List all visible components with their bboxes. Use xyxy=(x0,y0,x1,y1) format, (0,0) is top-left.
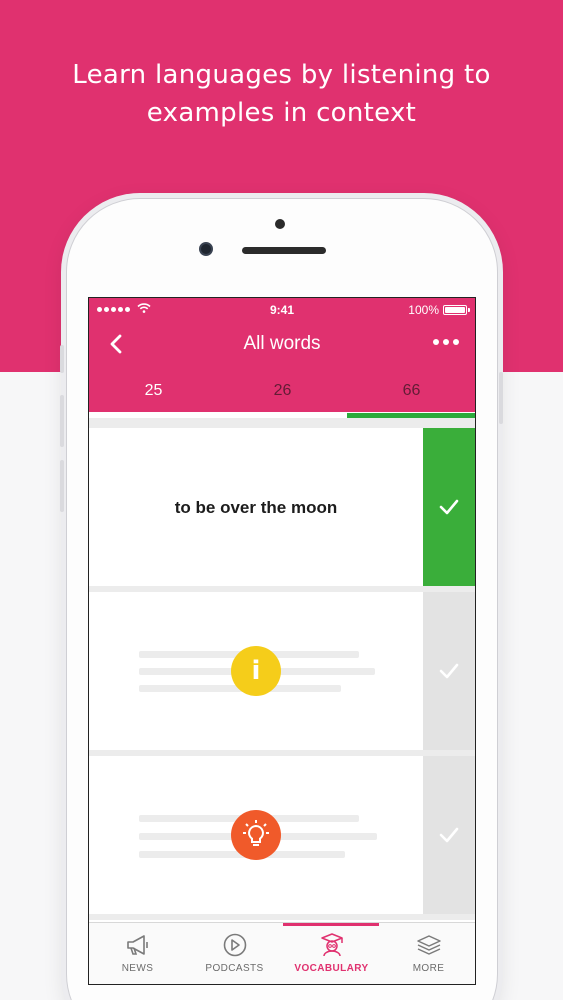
app-screen: 9:41 100% All words 25 26 66 to be over … xyxy=(88,297,476,985)
tab-more[interactable]: MORE xyxy=(380,923,475,984)
tab-count-2[interactable]: 26 xyxy=(218,382,347,400)
student-icon xyxy=(321,933,343,957)
more-dots-icon[interactable] xyxy=(431,335,461,349)
learned-toggle[interactable] xyxy=(423,592,475,750)
learned-toggle[interactable] xyxy=(423,756,475,914)
word-phrase: to be over the moon xyxy=(174,498,338,517)
tab-count-3[interactable]: 66 xyxy=(347,382,475,400)
check-icon xyxy=(439,663,459,679)
headline-line-1: Learn languages by listening to xyxy=(72,60,491,90)
learned-toggle[interactable] xyxy=(423,428,475,586)
tab-news-label: NEWS xyxy=(121,963,154,974)
header-divider xyxy=(89,418,475,428)
tab-podcasts[interactable]: PODCASTS xyxy=(186,923,283,984)
info-icon: i xyxy=(231,646,281,696)
bottom-tab-bar: NEWS PODCASTS VOCABULARY MORE xyxy=(89,922,475,984)
nav-bar: All words xyxy=(89,322,475,366)
status-bar: 9:41 100% xyxy=(89,298,475,322)
lightbulb-icon xyxy=(231,810,281,860)
phone-volume-up xyxy=(60,395,64,447)
layers-icon xyxy=(417,935,441,955)
tab-vocabulary[interactable]: VOCABULARY xyxy=(283,923,380,984)
tab-more-label: MORE xyxy=(412,963,445,974)
tab-news[interactable]: NEWS xyxy=(89,923,186,984)
promo-headline: Learn languages by listening to examples… xyxy=(0,56,563,132)
phone-power-button xyxy=(499,372,503,424)
play-circle-icon xyxy=(223,933,247,957)
word-card-placeholder[interactable] xyxy=(89,756,475,914)
check-icon xyxy=(439,499,459,515)
tab-podcasts-label: PODCASTS xyxy=(205,963,264,974)
phone-earpiece xyxy=(242,247,326,254)
check-icon xyxy=(439,827,459,843)
word-card-placeholder[interactable]: i xyxy=(89,592,475,750)
word-card[interactable]: to be over the moon xyxy=(89,428,475,586)
tab-count-1[interactable]: 25 xyxy=(89,382,218,400)
phone-proximity-sensor xyxy=(275,219,285,229)
card-divider xyxy=(89,914,475,920)
page-title: All words xyxy=(243,333,321,354)
phone-front-camera xyxy=(199,242,213,256)
battery-percent: 100% xyxy=(408,303,439,317)
count-tabs: 25 26 66 xyxy=(89,366,475,412)
megaphone-icon xyxy=(127,935,148,955)
headline-line-2: examples in context xyxy=(146,98,417,128)
battery-icon xyxy=(443,305,470,315)
tab-vocabulary-label: VOCABULARY xyxy=(294,963,369,974)
phone-mute-switch xyxy=(60,345,64,373)
phone-volume-down xyxy=(60,460,64,512)
